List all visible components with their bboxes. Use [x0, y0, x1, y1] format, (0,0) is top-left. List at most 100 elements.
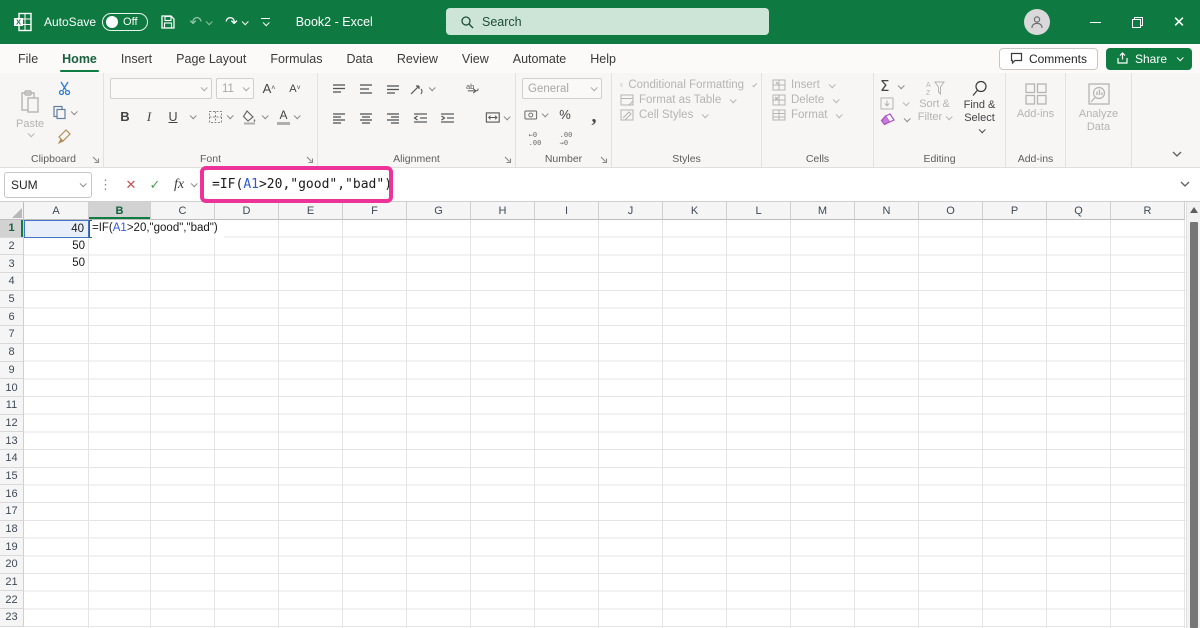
addins-button[interactable]: Add-ins	[1012, 78, 1059, 120]
expand-formula-bar-button[interactable]	[1178, 180, 1192, 189]
cell-styles-button[interactable]: Cell Styles	[620, 109, 755, 121]
column-header-P[interactable]: P	[983, 202, 1047, 220]
close-button[interactable]: ✕	[1158, 0, 1200, 44]
column-header-O[interactable]: O	[919, 202, 983, 220]
column-header-R[interactable]: R	[1111, 202, 1185, 220]
row-header-10[interactable]: 10	[0, 379, 24, 397]
row-header-13[interactable]: 13	[0, 432, 24, 450]
row-header-22[interactable]: 22	[0, 591, 24, 610]
row-header-4[interactable]: 4	[0, 273, 24, 291]
format-cells-button[interactable]: Format	[772, 109, 867, 121]
middle-align-button[interactable]	[355, 78, 377, 99]
align-right-button[interactable]	[382, 107, 404, 128]
underline-button[interactable]: U	[162, 106, 184, 127]
account-avatar[interactable]	[1024, 9, 1050, 35]
align-left-button[interactable]	[328, 107, 350, 128]
tab-formulas[interactable]: Formulas	[258, 46, 334, 73]
font-size-select[interactable]: 11	[216, 78, 254, 99]
row-header-1[interactable]: 1	[0, 220, 24, 238]
font-name-select[interactable]	[110, 78, 212, 99]
search-box[interactable]: Search	[446, 8, 769, 35]
find-select-button[interactable]: Find & Select	[960, 78, 999, 137]
select-all-corner[interactable]	[0, 202, 24, 220]
in-cell-formula[interactable]: =IF(A1>20,"good","bad")	[92, 220, 224, 238]
orientation-button[interactable]	[409, 78, 436, 99]
cell-A3[interactable]: 50	[24, 255, 89, 273]
row-header-5[interactable]: 5	[0, 290, 24, 309]
column-header-L[interactable]: L	[727, 202, 791, 220]
comments-button[interactable]: Comments	[998, 47, 1098, 70]
autosave-toggle[interactable]: Off	[102, 13, 148, 31]
accounting-format-button[interactable]	[524, 104, 549, 125]
insert-cells-button[interactable]: Insert	[772, 79, 867, 91]
redo-button[interactable]: ↷	[223, 13, 249, 31]
tab-help[interactable]: Help	[578, 46, 628, 73]
restore-button[interactable]	[1116, 0, 1158, 44]
row-header-21[interactable]: 21	[0, 573, 24, 592]
excel-app-icon[interactable]: X	[12, 11, 34, 33]
column-header-G[interactable]: G	[407, 202, 471, 220]
delete-cells-button[interactable]: Delete	[772, 94, 867, 106]
name-box[interactable]: SUM	[4, 171, 92, 198]
tab-file[interactable]: File	[6, 46, 50, 73]
paste-button[interactable]: Paste	[16, 88, 44, 138]
number-dialog-launcher[interactable]	[599, 155, 608, 164]
top-align-button[interactable]	[328, 78, 350, 99]
autosave-control[interactable]: AutoSave Off	[44, 13, 148, 31]
clear-button[interactable]	[880, 113, 911, 126]
copy-button[interactable]	[52, 102, 78, 123]
column-header-F[interactable]: F	[343, 202, 407, 220]
sort-filter-button[interactable]: A Z Sort & Filter	[915, 78, 954, 123]
tab-home[interactable]: Home	[50, 46, 109, 73]
increase-font-button[interactable]: A ˄	[258, 78, 280, 99]
row-header-18[interactable]: 18	[0, 520, 24, 539]
fill-button[interactable]	[880, 97, 910, 110]
decrease-decimal-button[interactable]: .00 →0	[555, 129, 577, 150]
column-header-Q[interactable]: Q	[1047, 202, 1111, 220]
increase-decimal-button[interactable]: ←0.00	[524, 129, 546, 150]
insert-function-button[interactable]: fx	[167, 177, 191, 193]
formula-input[interactable]: =IF(A1>20,"good","bad")	[212, 177, 392, 192]
autosum-button[interactable]: Σ	[880, 79, 909, 94]
share-button[interactable]: Share	[1105, 47, 1192, 70]
bottom-align-button[interactable]	[382, 78, 404, 99]
column-header-H[interactable]: H	[471, 202, 535, 220]
row-header-20[interactable]: 20	[0, 556, 24, 574]
cancel-button[interactable]: ✕	[119, 177, 143, 193]
column-header-J[interactable]: J	[599, 202, 663, 220]
scroll-up-arrow-icon[interactable]	[1190, 207, 1198, 213]
minimize-button[interactable]	[1074, 0, 1116, 44]
merge-center-button[interactable]	[485, 107, 511, 128]
number-format-select[interactable]: General	[522, 78, 602, 99]
row-header-14[interactable]: 14	[0, 449, 24, 468]
tab-insert[interactable]: Insert	[109, 46, 164, 73]
enter-button[interactable]: ✓	[143, 177, 167, 193]
cut-button[interactable]	[52, 78, 76, 99]
vertical-scrollbar[interactable]	[1186, 202, 1200, 628]
wrap-text-button[interactable]: ab	[462, 78, 484, 99]
row-header-19[interactable]: 19	[0, 538, 24, 557]
row-header-23[interactable]: 23	[0, 609, 24, 627]
row-header-17[interactable]: 17	[0, 503, 24, 521]
scrollbar-thumb[interactable]	[1189, 222, 1198, 628]
clipboard-dialog-launcher[interactable]	[91, 155, 100, 164]
row-header-6[interactable]: 6	[0, 308, 24, 327]
column-header-I[interactable]: I	[535, 202, 599, 220]
tab-view[interactable]: View	[450, 46, 501, 73]
format-as-table-button[interactable]: Format as Table	[620, 94, 755, 106]
save-button[interactable]	[158, 14, 178, 30]
increase-indent-button[interactable]	[436, 107, 458, 128]
column-header-M[interactable]: M	[791, 202, 855, 220]
column-header-A[interactable]: A	[24, 202, 89, 220]
column-header-K[interactable]: K	[663, 202, 727, 220]
tab-data[interactable]: Data	[334, 46, 384, 73]
collapse-ribbon-button[interactable]	[1170, 150, 1184, 159]
font-dialog-launcher[interactable]	[305, 155, 314, 164]
decrease-indent-button[interactable]	[409, 107, 431, 128]
fill-color-button[interactable]	[242, 106, 269, 127]
row-header-16[interactable]: 16	[0, 485, 24, 503]
row-header-8[interactable]: 8	[0, 343, 24, 362]
customize-quick-access-button[interactable]	[259, 18, 272, 27]
row-header-7[interactable]: 7	[0, 326, 24, 344]
column-header-D[interactable]: D	[215, 202, 279, 220]
